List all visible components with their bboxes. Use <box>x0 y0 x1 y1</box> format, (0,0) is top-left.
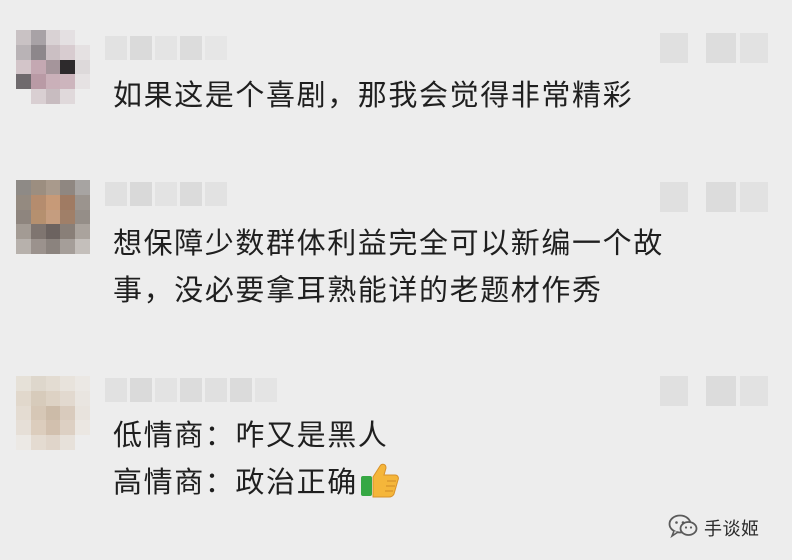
comment-line: 低情商：咋又是黑人 <box>113 418 389 452</box>
username-blurred[interactable] <box>105 182 227 206</box>
thumbs-up-icon <box>360 462 400 512</box>
comment-line: 高情商：政治正确 <box>113 465 358 499</box>
avatar[interactable] <box>16 180 90 254</box>
watermark: 手谈姬 <box>668 513 760 543</box>
username-blurred[interactable] <box>105 378 277 402</box>
like-area-blurred[interactable] <box>660 33 768 63</box>
wechat-icon <box>668 513 698 543</box>
comment-line: 事，没必要拿耳熟能详的老题材作秀 <box>113 273 603 307</box>
comment-text: 如果这是个喜剧，那我会觉得非常精彩 <box>113 72 633 119</box>
watermark-text: 手谈姬 <box>704 519 760 540</box>
avatar[interactable] <box>16 30 90 104</box>
username-blurred[interactable] <box>105 36 227 60</box>
like-area-blurred[interactable] <box>660 376 768 406</box>
comment-line: 想保障少数群体利益完全可以新编一个故 <box>113 226 664 260</box>
avatar[interactable] <box>16 376 90 450</box>
comment-text: 低情商：咋又是黑人 高情商：政治正确 <box>113 412 400 512</box>
comment-line: 如果这是个喜剧，那我会觉得非常精彩 <box>113 78 634 112</box>
like-area-blurred[interactable] <box>660 182 768 212</box>
comment-text: 想保障少数群体利益完全可以新编一个故 事，没必要拿耳熟能详的老题材作秀 <box>113 220 664 314</box>
